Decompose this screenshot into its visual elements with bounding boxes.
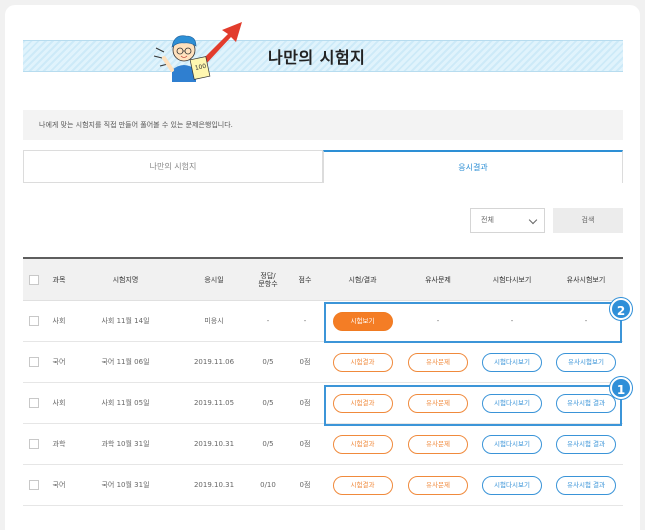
cell-score: 0점 <box>299 399 311 407</box>
cell-exam-name: 국어 11월 06일 <box>101 358 150 366</box>
row-checkbox[interactable] <box>29 316 39 326</box>
similar-exam-button[interactable]: 유사시험보기 <box>556 352 616 372</box>
cell-subject: 사회 <box>52 317 66 325</box>
similar-problems-button[interactable]: 유사문제 <box>408 475 468 495</box>
cell-score: 0점 <box>299 440 311 448</box>
page-title: 나만의 시험지 <box>268 48 366 67</box>
review-exam-button[interactable]: 시험다시보기 <box>482 434 542 454</box>
header-score: 점수 <box>298 275 312 284</box>
cell-exam-name: 사회 11월 14일 <box>101 317 150 325</box>
header-exam-name: 시험지명 <box>112 275 139 284</box>
cell-score-ratio: 0/5 <box>262 358 274 366</box>
similar-exam-result-button[interactable]: 유사시험 결과 <box>556 475 616 495</box>
table-row: 과학 과학 10월 31일 2019.10.31 0/5 0점 시험결과 유사문… <box>23 424 623 465</box>
description-text: 나에게 맞는 시험지를 직접 만들어 풀어볼 수 있는 문제은행입니다. <box>39 121 233 129</box>
cell-score-ratio: 0/5 <box>262 440 274 448</box>
annotation-badge-1: 1 <box>610 377 632 399</box>
tab-bar: 나만의 시험지 응시결과 <box>23 150 623 183</box>
cell-exam-date: 미응시 <box>204 317 224 325</box>
cell-score-ratio: 0/10 <box>260 481 276 489</box>
cell-score: - <box>303 317 307 325</box>
exam-result-button[interactable]: 시험결과 <box>332 352 393 372</box>
search-button[interactable]: 검색 <box>553 208 623 233</box>
select-all-checkbox[interactable] <box>29 274 39 285</box>
header-similar: 유사문제 <box>425 275 451 284</box>
row-checkbox[interactable] <box>29 439 39 449</box>
chevron-down-icon <box>528 215 538 225</box>
header-review: 시험다시보기 <box>492 275 532 284</box>
row-checkbox[interactable] <box>29 357 39 367</box>
row-checkbox[interactable] <box>29 398 39 408</box>
cell-subject: 국어 <box>52 481 66 489</box>
cell-exam-date: 2019.10.31 <box>193 481 235 489</box>
filter-select[interactable]: 전체 <box>470 208 545 233</box>
cell-exam-name: 사회 11월 05일 <box>101 399 150 407</box>
header-score-ratio-line2: 문항수 <box>258 279 278 288</box>
cell-score-ratio: 0/5 <box>262 399 274 407</box>
header-similar-exam: 유사시험보기 <box>566 275 606 284</box>
cell-score-ratio: - <box>266 317 270 325</box>
similar-exam-result-button[interactable]: 유사시험 결과 <box>556 434 616 454</box>
filter-select-value: 전체 <box>481 216 494 224</box>
cell-exam-name: 국어 10월 31일 <box>101 481 150 489</box>
header-exam-date: 응시일 <box>204 275 224 284</box>
table-row: 국어 국어 10월 31일 2019.10.31 0/10 0점 시험결과 유사… <box>23 465 623 506</box>
cell-subject: 국어 <box>52 358 66 366</box>
highlight-box-1 <box>324 385 622 426</box>
row-checkbox[interactable] <box>29 480 39 490</box>
table-header: 과목 시험지명 응시일 정답/ 문항수 점수 시험/결과 유사문제 시험다시보기… <box>23 257 623 301</box>
cell-subject: 과학 <box>52 440 66 448</box>
header-score-ratio-line1: 정답/ <box>260 271 276 280</box>
exam-result-button[interactable]: 시험결과 <box>332 475 393 495</box>
exam-result-button[interactable]: 시험결과 <box>332 434 393 454</box>
cell-exam-date: 2019.10.31 <box>193 440 235 448</box>
similar-problems-button[interactable]: 유사문제 <box>408 352 468 372</box>
header-score-ratio: 정답/ 문항수 <box>250 259 286 300</box>
annotation-badge-2: 2 <box>610 298 632 320</box>
tab-exam-results[interactable]: 응시결과 <box>323 150 623 183</box>
table-row: 국어 국어 11월 06일 2019.11.06 0/5 0점 시험결과 유사문… <box>23 342 623 383</box>
cell-exam-date: 2019.11.05 <box>193 399 235 407</box>
cell-exam-date: 2019.11.06 <box>193 358 235 366</box>
review-exam-button[interactable]: 시험다시보기 <box>482 352 542 372</box>
description-bar: 나에게 맞는 시험지를 직접 만들어 풀어볼 수 있는 문제은행입니다. <box>23 110 623 140</box>
cell-subject: 사회 <box>52 399 66 407</box>
cell-exam-name: 과학 10월 31일 <box>101 440 150 448</box>
header-subject: 과목 <box>52 275 66 284</box>
tab-my-exam[interactable]: 나만의 시험지 <box>23 150 323 183</box>
review-exam-button[interactable]: 시험다시보기 <box>482 475 542 495</box>
cell-score: 0점 <box>299 481 311 489</box>
header-exam-result: 시험/결과 <box>348 275 377 284</box>
highlight-box-2 <box>324 302 622 343</box>
similar-problems-button[interactable]: 유사문제 <box>408 434 468 454</box>
cell-score: 0점 <box>299 358 311 366</box>
mascot-illustration: 100 <box>153 22 242 82</box>
